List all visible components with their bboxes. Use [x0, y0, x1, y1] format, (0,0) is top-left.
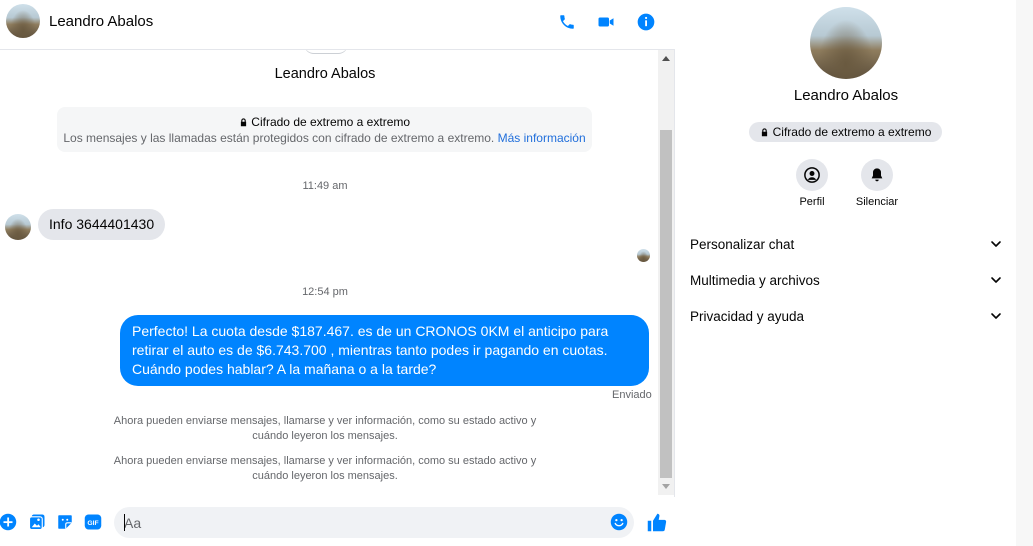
mute-button[interactable]: Silenciar: [847, 159, 907, 208]
menu-item-label: Personalizar chat: [690, 236, 795, 252]
phone-icon[interactable]: [556, 11, 578, 33]
mute-button-label: Silenciar: [855, 196, 899, 208]
profile-avatar-edge: [304, 50, 348, 54]
encryption-subtitle-text: Los mensajes y las llamadas están proteg…: [63, 131, 495, 145]
chat-header: Leandro Abalos: [0, 0, 675, 50]
menu-media-and-files[interactable]: Multimedia y archivos: [690, 265, 1002, 295]
info-icon[interactable]: [635, 11, 657, 33]
user-circle-icon: [804, 167, 820, 183]
more-info-link[interactable]: Más información: [498, 131, 586, 145]
menu-privacy-and-help[interactable]: Privacidad y ayuda: [690, 301, 1002, 331]
plus-icon[interactable]: [0, 513, 17, 531]
menu-item-label: Multimedia y archivos: [690, 272, 820, 288]
messenger-app: Leandro Abalos Leandro Abalos Cifrado de…: [0, 0, 1033, 546]
system-message: Ahora pueden enviarse mensajes, llamarse…: [113, 455, 537, 482]
outgoing-message[interactable]: Perfecto! La cuota desde $187.467. es de…: [120, 315, 649, 386]
timestamp: 12:54 pm: [302, 286, 348, 298]
sticker-icon[interactable]: [56, 513, 74, 531]
thumbs-up-icon[interactable]: [645, 511, 667, 533]
timestamp: 11:49 am: [302, 180, 348, 192]
emoji-icon[interactable]: [610, 513, 628, 531]
gif-label: GIF: [87, 520, 98, 527]
message-input[interactable]: [114, 507, 634, 538]
seen-receipt-avatar: [637, 249, 650, 262]
profile-button[interactable]: Perfil: [782, 159, 842, 208]
bell-icon: [871, 168, 883, 182]
encryption-title-text: Cifrado de extremo a extremo: [251, 115, 411, 129]
encryption-notice-subtitle: Los mensajes y las llamadas están proteg…: [57, 131, 592, 145]
encryption-badge-label: Cifrado de extremo a extremo: [772, 125, 932, 139]
mute-button-circle[interactable]: [861, 159, 893, 191]
sent-status: Enviado: [612, 389, 652, 401]
video-camera-icon[interactable]: [595, 11, 617, 33]
text-caret: [124, 514, 125, 531]
lock-icon: [761, 127, 767, 136]
incoming-sender-avatar[interactable]: [5, 214, 31, 240]
conversation-peer-name: Leandro Abalos: [274, 66, 376, 82]
chevron-down-icon: [991, 313, 1001, 319]
message-list[interactable]: Leandro Abalos Cifrado de extremo a extr…: [0, 50, 658, 495]
chevron-down-icon: [991, 241, 1001, 247]
profile-name: Leandro Abalos: [793, 87, 899, 104]
chevron-down-icon: [991, 277, 1001, 283]
lock-icon: [240, 118, 247, 127]
menu-customize-chat[interactable]: Personalizar chat: [690, 229, 1002, 259]
profile-button-circle[interactable]: [796, 159, 828, 191]
encryption-notice-title: Cifrado de extremo a extremo: [57, 115, 592, 129]
scroll-thumb[interactable]: [660, 130, 672, 478]
header-avatar[interactable]: [6, 4, 40, 38]
chat-pane: Leandro Abalos Leandro Abalos Cifrado de…: [0, 0, 675, 546]
header-contact-name[interactable]: Leandro Abalos: [49, 13, 153, 30]
profile-button-label: Perfil: [799, 196, 825, 208]
scroll-down-arrow-icon[interactable]: [662, 484, 670, 489]
message-scrollbar[interactable]: [658, 50, 674, 495]
incoming-message[interactable]: Info 3644401430: [38, 209, 166, 240]
encryption-badge[interactable]: Cifrado de extremo a extremo: [749, 122, 942, 142]
encryption-notice: Cifrado de extremo a extremo Los mensaje…: [57, 107, 592, 152]
conversation-info-pane: Leandro Abalos Cifrado de extremo a extr…: [676, 0, 1016, 546]
message-composer: GIF: [0, 497, 675, 546]
profile-avatar[interactable]: [810, 7, 882, 79]
menu-item-label: Privacidad y ayuda: [690, 308, 805, 324]
window-right-gutter: [1016, 0, 1033, 546]
scroll-up-arrow-icon[interactable]: [662, 56, 670, 61]
image-icon[interactable]: [28, 513, 46, 531]
gif-icon[interactable]: GIF: [84, 513, 102, 531]
system-message: Ahora pueden enviarse mensajes, llamarse…: [113, 415, 537, 442]
